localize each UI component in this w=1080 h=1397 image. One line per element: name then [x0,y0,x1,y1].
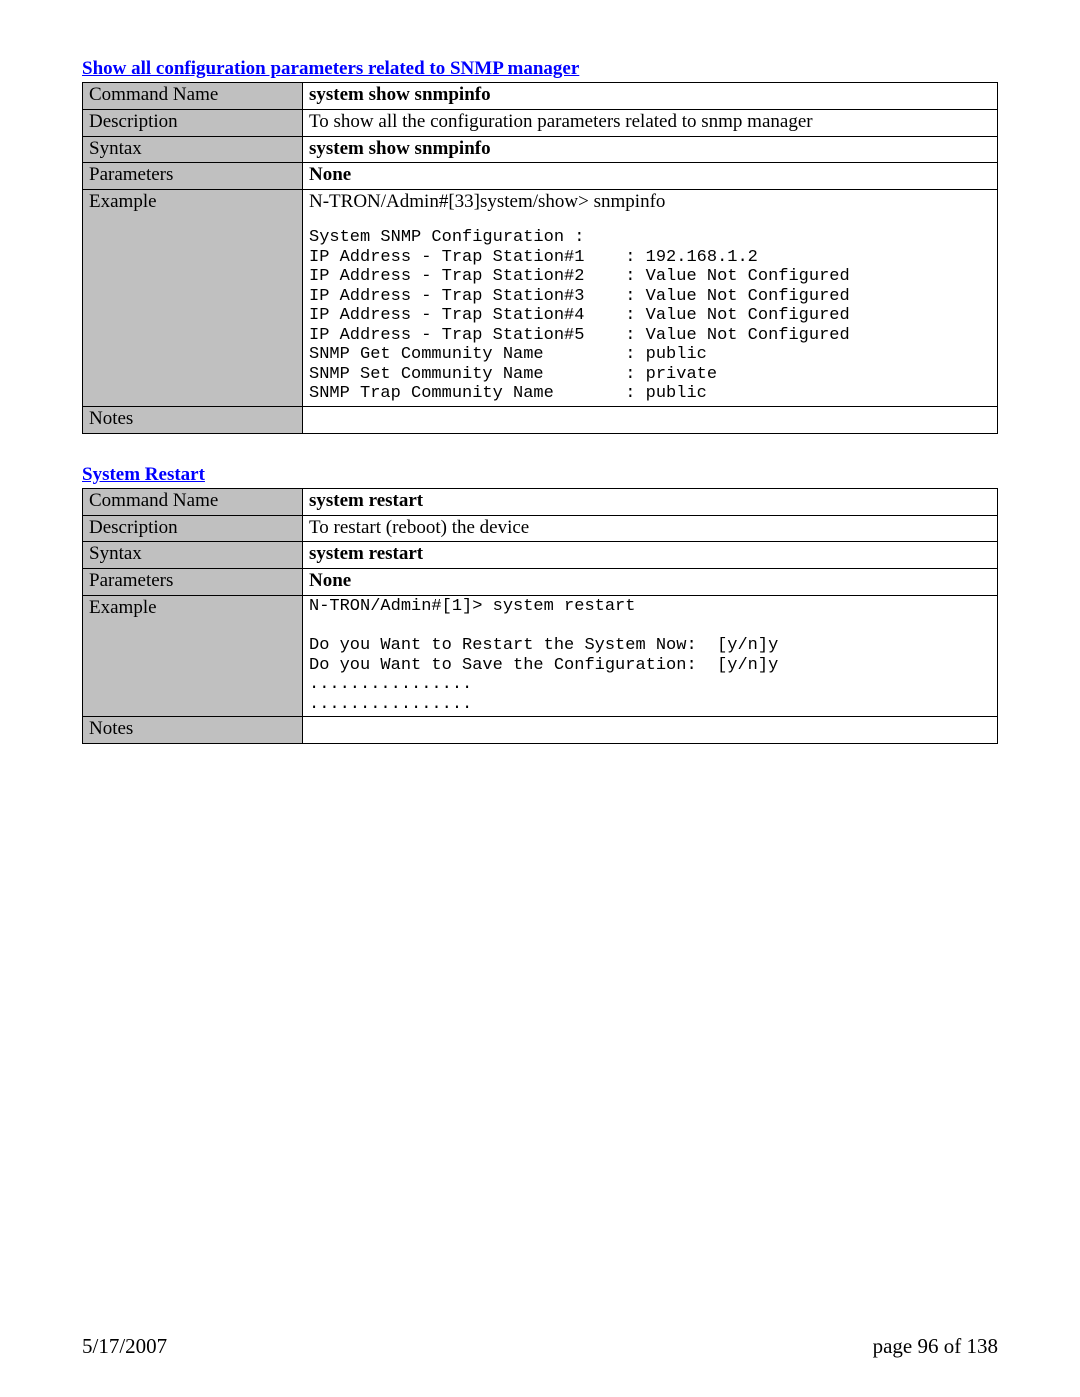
row-value-example: N-TRON/Admin#[1]> system restart Do you … [303,595,998,716]
row-value: system restart [303,488,998,515]
row-label: Notes [83,717,303,744]
table-row: Syntax system restart [83,542,998,569]
example-command-line: N-TRON/Admin#[33]system/show> snmpinfo [309,191,991,214]
row-value: system show snmpinfo [303,83,998,110]
section2-table: Command Name system restart Description … [82,488,998,744]
row-value [303,406,998,433]
row-label: Description [83,109,303,136]
page-footer: 5/17/2007 page 96 of 138 [82,1334,998,1359]
table-row: Command Name system show snmpinfo [83,83,998,110]
example-output: N-TRON/Admin#[1]> system restart Do you … [309,597,991,714]
row-label: Parameters [83,569,303,596]
table-row: Parameters None [83,569,998,596]
table-row: Command Name system restart [83,488,998,515]
row-label: Command Name [83,488,303,515]
row-value: None [303,569,998,596]
row-label: Command Name [83,83,303,110]
table-row: Notes [83,717,998,744]
row-value: None [303,163,998,190]
table-row: Notes [83,406,998,433]
row-label: Syntax [83,542,303,569]
table-row: Parameters None [83,163,998,190]
table-row: Description To show all the configuratio… [83,109,998,136]
row-label: Notes [83,406,303,433]
row-label: Parameters [83,163,303,190]
footer-page: page 96 of 138 [873,1334,998,1359]
section2-title: System Restart [82,464,998,486]
section1-title: Show all configuration parameters relate… [82,58,998,80]
row-value-example: N-TRON/Admin#[33]system/show> snmpinfo S… [303,190,998,407]
row-value: To restart (reboot) the device [303,515,998,542]
example-output: System SNMP Configuration : IP Address -… [309,228,991,404]
section1-table: Command Name system show snmpinfo Descri… [82,82,998,434]
table-row: Description To restart (reboot) the devi… [83,515,998,542]
row-value: To show all the configuration parameters… [303,109,998,136]
row-label: Description [83,515,303,542]
footer-date: 5/17/2007 [82,1334,167,1359]
row-value: system restart [303,542,998,569]
row-label: Example [83,190,303,407]
row-value: system show snmpinfo [303,136,998,163]
page-container: Show all configuration parameters relate… [0,0,1080,1397]
row-value [303,717,998,744]
row-label: Example [83,595,303,716]
table-row: Example N-TRON/Admin#[33]system/show> sn… [83,190,998,407]
row-label: Syntax [83,136,303,163]
table-row: Example N-TRON/Admin#[1]> system restart… [83,595,998,716]
table-row: Syntax system show snmpinfo [83,136,998,163]
